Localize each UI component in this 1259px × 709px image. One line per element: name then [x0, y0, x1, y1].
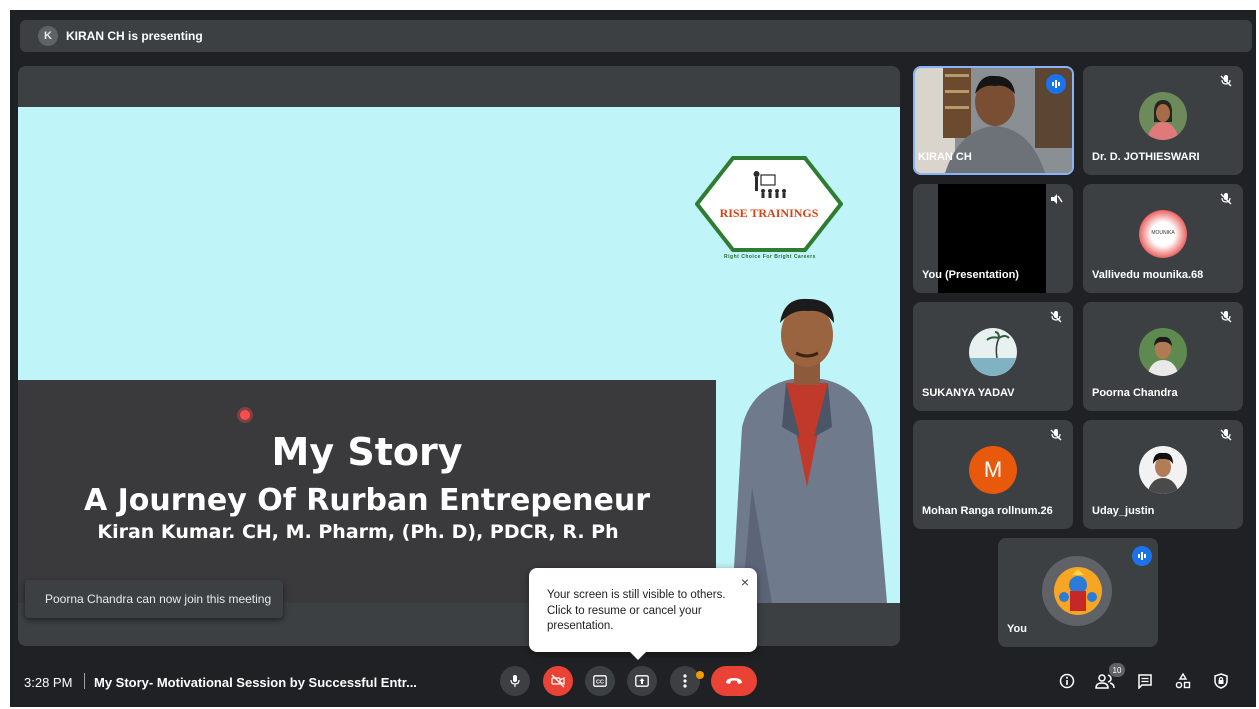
participant-name: KIRAN CH [918, 151, 972, 163]
avatar [1054, 567, 1102, 615]
separator [84, 673, 85, 689]
popup-message: Your screen is still visible to others. … [547, 589, 726, 632]
participant-tile-kiran-ch[interactable]: KIRAN CH [913, 66, 1074, 175]
avatar: MOUNIKA [1139, 210, 1187, 258]
meeting-title: My Story- Motivational Session by Succes… [94, 675, 417, 690]
camera-off-button[interactable] [543, 666, 573, 696]
more-vert-icon [683, 674, 687, 688]
participant-tile-sukanya-yadav[interactable]: SUKANYA YADAV [913, 302, 1073, 411]
participant-tile-you-presentation[interactable]: You (Presentation) [913, 184, 1073, 293]
mic-off-icon [1220, 429, 1232, 441]
participant-name: You (Presentation) [922, 269, 1019, 281]
microphone-button[interactable] [500, 666, 530, 696]
avatar: M [969, 446, 1017, 494]
present-screen-button[interactable] [627, 666, 657, 696]
people-count-badge: 10 [1109, 663, 1125, 677]
slide-author: Kiran Kumar. CH, M. Pharm, (Ph. D), PDCR… [97, 521, 619, 543]
captions-button[interactable]: CC [585, 666, 615, 696]
presentation-stage: RISE TRAININGS Right Choice For Bright C… [18, 66, 900, 646]
chat-icon [1138, 674, 1152, 689]
speaking-indicator-icon [1046, 74, 1066, 94]
avatar [1139, 328, 1187, 376]
svg-text:CC: CC [596, 680, 604, 686]
more-options-button[interactable] [670, 666, 700, 696]
hang-up-icon [726, 678, 742, 684]
presentation-slide: RISE TRAININGS Right Choice For Bright C… [18, 107, 900, 603]
mic-off-icon [1050, 311, 1062, 323]
participant-tile-poorna-chandra[interactable]: Poorna Chandra [1083, 302, 1243, 411]
avatar [969, 328, 1017, 376]
participant-name: Mohan Ranga rollnum.26 [922, 505, 1053, 517]
pointer-dot [240, 410, 250, 420]
present-icon [635, 675, 649, 687]
presentation-paused-popup[interactable]: × Your screen is still visible to others… [529, 568, 757, 660]
slide-subtitle: A Journey Of Rurban Entrepeneur [83, 483, 651, 518]
participant-name: Vallivedu mounika.68 [1092, 269, 1204, 281]
mic-off-icon [1220, 311, 1232, 323]
meeting-details-button[interactable] [1054, 668, 1080, 694]
logo-text: RISE TRAININGS [720, 206, 819, 220]
participant-name: You [1007, 623, 1027, 635]
avatar-text: MOUNIKA [1151, 230, 1175, 236]
logo-tagline: Right Choice For Bright Careers [724, 254, 816, 260]
presenter-avatar: K [38, 26, 58, 46]
join-notification-toast: Poorna Chandra can now join this meeting [25, 580, 283, 618]
participant-name: Dr. D. JOTHIESWARI [1092, 151, 1200, 163]
notification-dot [696, 671, 704, 679]
mic-off-icon [1220, 193, 1232, 205]
presenting-banner: K KIRAN CH is presenting [20, 20, 1252, 52]
participant-tile-vallivedu-mounika[interactable]: MOUNIKA Vallivedu mounika.68 [1083, 184, 1243, 293]
participant-name: Poorna Chandra [1092, 387, 1178, 399]
host-controls-button[interactable] [1208, 668, 1234, 694]
meet-window: K KIRAN CH is presenting RISE TRAININGS … [10, 10, 1256, 707]
mic-off-icon [1220, 75, 1232, 87]
chat-button[interactable] [1132, 668, 1158, 694]
avatar [1139, 92, 1187, 140]
close-icon[interactable]: × [741, 574, 749, 590]
captions-icon: CC [593, 675, 607, 687]
participant-name: Uday_justin [1092, 505, 1155, 517]
mic-off-icon [1050, 429, 1062, 441]
rise-trainings-logo: RISE TRAININGS [695, 156, 843, 252]
participant-tile-uday-justin[interactable]: Uday_justin [1083, 420, 1243, 529]
presenting-label: KIRAN CH is presenting [66, 29, 203, 43]
meeting-time: 3:28 PM [24, 675, 73, 690]
participant-tile-jothieswari[interactable]: Dr. D. JOTHIESWARI [1083, 66, 1243, 175]
presenter-photo [732, 298, 887, 603]
participant-name: SUKANYA YADAV [922, 387, 1015, 399]
activities-button[interactable] [1170, 668, 1196, 694]
leave-call-button[interactable] [711, 666, 757, 696]
slide-title: My Story [271, 430, 463, 474]
bottom-control-bar: 3:28 PM My Story- Motivational Session b… [10, 655, 1256, 707]
volume-off-icon [1051, 194, 1063, 204]
camera-off-icon [551, 674, 565, 688]
info-icon [1059, 673, 1075, 689]
participant-tile-mohan-ranga[interactable]: M Mohan Ranga rollnum.26 [913, 420, 1073, 529]
avatar [1139, 446, 1187, 494]
speaking-indicator-icon [1132, 546, 1152, 566]
shield-lock-icon [1214, 673, 1228, 689]
participant-tile-you[interactable]: You [998, 538, 1158, 647]
mic-icon [510, 675, 520, 687]
activities-icon [1175, 673, 1191, 689]
